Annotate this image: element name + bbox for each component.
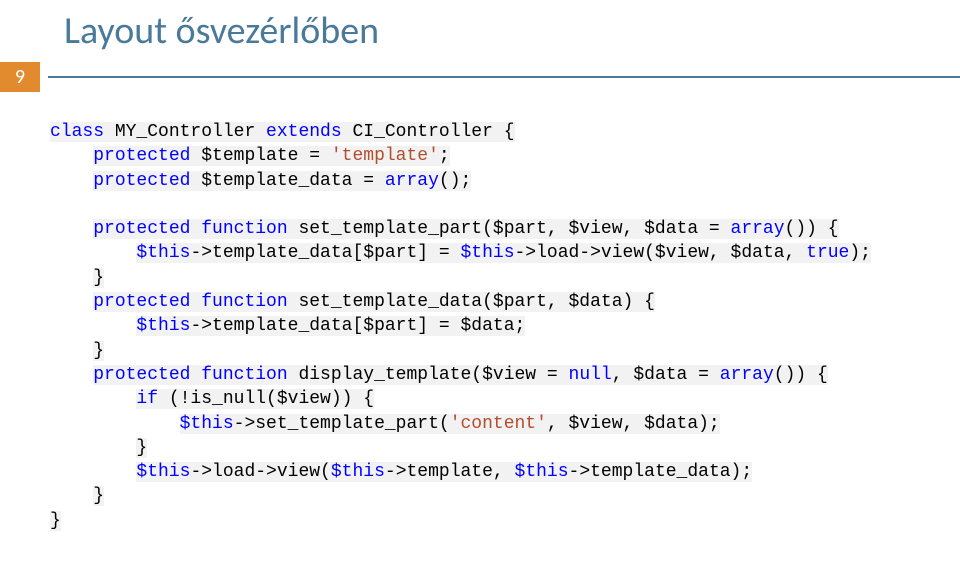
- page-title: Layout ősvezérlőben: [64, 8, 960, 54]
- code-kw: $this: [180, 414, 234, 434]
- code-kw: protected function: [93, 365, 287, 385]
- code-str: 'content': [450, 414, 547, 434]
- page-number: 9: [0, 62, 40, 92]
- code-kw: protected function: [93, 219, 287, 239]
- horizontal-rule: [48, 76, 960, 78]
- code-text: }: [93, 268, 104, 288]
- code-block: class MY_Controller extends CI_Controlle…: [0, 92, 960, 533]
- title-area: Layout ősvezérlőben: [0, 0, 960, 54]
- code-text: }: [136, 438, 147, 458]
- code-text: ()) {: [785, 219, 839, 239]
- code-text: (!is_null($view)) {: [158, 389, 374, 409]
- code-text: $template =: [190, 146, 330, 166]
- code-text: , $data =: [612, 365, 720, 385]
- code-text: }: [93, 341, 104, 361]
- code-text: ->set_template_part(: [234, 414, 450, 434]
- code-kw: if: [136, 389, 158, 409]
- code-str: 'template': [331, 146, 439, 166]
- code-text: ->template,: [385, 462, 515, 482]
- code-kw: $this: [136, 243, 190, 263]
- code-kw: protected function: [93, 292, 287, 312]
- code-text: ;: [439, 146, 450, 166]
- header-rule: 9: [0, 62, 960, 92]
- code-kw: $this: [331, 462, 385, 482]
- code-text: ->template_data[$part] = $data;: [190, 316, 525, 336]
- code-kw: $this: [460, 243, 514, 263]
- code-text: );: [849, 243, 871, 263]
- code-kw: null: [569, 365, 612, 385]
- code-text: set_template_data($part, $data) {: [288, 292, 655, 312]
- code-kw: true: [806, 243, 849, 263]
- code-text: display_template($view =: [288, 365, 569, 385]
- code-text: MY_Controller: [104, 122, 266, 142]
- code-text: ->template_data[$part] =: [190, 243, 460, 263]
- code-text: ();: [439, 171, 471, 191]
- code-kw: array: [720, 365, 774, 385]
- code-text: ->load->view(: [190, 462, 330, 482]
- code-text: , $view, $data);: [547, 414, 720, 434]
- code-text: }: [93, 486, 104, 506]
- code-text: set_template_part($part, $view, $data =: [288, 219, 731, 239]
- code-kw: array: [731, 219, 785, 239]
- code-kw: extends: [266, 122, 342, 142]
- code-kw: class: [50, 122, 104, 142]
- code-text: }: [50, 511, 61, 531]
- code-kw: array: [385, 171, 439, 191]
- code-kw: $this: [136, 462, 190, 482]
- code-text: CI_Controller {: [342, 122, 515, 142]
- code-text: ()) {: [774, 365, 828, 385]
- code-kw: $this: [136, 316, 190, 336]
- code-kw: protected: [93, 171, 190, 191]
- code-text: ->template_data);: [569, 462, 753, 482]
- code-text: $template_data =: [190, 171, 384, 191]
- code-kw: $this: [515, 462, 569, 482]
- code-text: ->load->view($view, $data,: [515, 243, 807, 263]
- code-kw: protected: [93, 146, 190, 166]
